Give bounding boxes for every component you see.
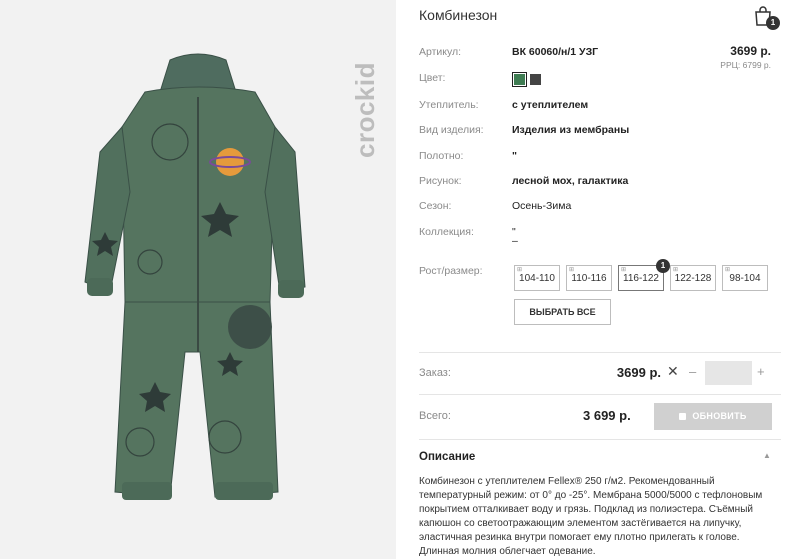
attribute-label: Рост/размер: [419, 265, 483, 277]
size-corner-icon: ⊞ [725, 267, 731, 273]
size-corner-icon: ⊞ [673, 267, 679, 273]
order-price: 3699 р. [616, 365, 661, 380]
quantity-input[interactable] [705, 361, 752, 385]
total-label: Всего: [419, 410, 451, 422]
attribute-label: Рисунок: [419, 175, 462, 187]
divider [419, 439, 781, 440]
cart-count-badge: 1 [766, 16, 780, 30]
divider [419, 394, 781, 395]
product-image-panel[interactable]: crockid [0, 0, 396, 559]
total-value: 3 699 р. [583, 408, 631, 423]
cart-button[interactable]: 1 [753, 5, 780, 30]
attribute-label: Сезон: [419, 200, 452, 212]
product-title: Комбинезон [419, 7, 498, 23]
size-corner-icon: ⊞ [517, 267, 523, 273]
attribute-label: Цвет: [419, 72, 446, 84]
size-label: 104-110 [519, 273, 555, 284]
size-option-122-128[interactable]: ⊞ 122-128 [670, 265, 716, 291]
attribute-value: с утеплителем [512, 99, 589, 111]
collapse-icon[interactable]: ▲ [763, 451, 771, 460]
size-corner-icon: ⊞ [569, 267, 575, 273]
attribute-value: ВК 60060/н/1 УЗГ [512, 46, 599, 58]
attribute-label: Полотно: [419, 150, 464, 162]
attribute-value: Осень-Зима [512, 200, 572, 212]
remove-icon[interactable]: ✕ [667, 363, 679, 380]
attribute-value: " [512, 150, 517, 162]
select-all-button[interactable]: ВЫБРАТЬ ВСЕ [514, 299, 611, 325]
size-label: 116-122 [623, 273, 659, 284]
description-title[interactable]: Описание [419, 451, 475, 463]
description-text: Комбинезон с утеплителем Fellex® 250 г/м… [419, 476, 763, 557]
product-price: 3699 р. [730, 44, 771, 58]
size-option-98-104[interactable]: ⊞ 98-104 [722, 265, 768, 291]
attribute-value: Изделия из мембраны [512, 124, 630, 136]
size-label: 110-116 [571, 273, 607, 284]
attribute-label: Утеплитель: [419, 99, 479, 111]
size-option-104-110[interactable]: ⊞ 104-110 [514, 265, 560, 291]
update-button-label: ОБНОВИТЬ [692, 411, 747, 421]
attribute-label: Вид изделия: [419, 124, 484, 136]
size-count-badge: 1 [656, 259, 670, 273]
quantity-increment-button[interactable]: + [757, 364, 765, 379]
size-option-110-116[interactable]: ⊞ 110-116 [566, 265, 612, 291]
size-label: 98-104 [729, 273, 761, 284]
color-swatch-green[interactable] [512, 72, 527, 87]
quantity-decrement-button[interactable]: – [689, 364, 696, 379]
order-label: Заказ: [419, 367, 451, 379]
attribute-value: лесной мох, галактика [512, 175, 629, 187]
attribute-value-secondary: – [512, 235, 518, 247]
attribute-label: Артикул: [419, 46, 462, 58]
brand-logo: crockid [350, 18, 380, 158]
attribute-label: Коллекция: [419, 226, 474, 238]
product-details: Комбинезон 1 3699 р. РРЦ: 6799 р. Артику… [419, 0, 781, 559]
brand-logo-text: crockid [350, 62, 380, 158]
size-corner-icon: ⊞ [621, 267, 627, 273]
size-label: 122-128 [674, 273, 712, 284]
cart-icon [679, 412, 687, 420]
update-button[interactable]: ОБНОВИТЬ [654, 403, 772, 430]
size-selector: ⊞ 104-110 ⊞ 110-116 ⊞ 116-122 1 ⊞ 122-12… [514, 259, 784, 293]
color-swatch-dark[interactable] [530, 74, 541, 85]
divider [419, 352, 781, 353]
product-image [84, 53, 306, 500]
size-option-116-122[interactable]: ⊞ 116-122 1 [618, 259, 670, 291]
product-rrp: РРЦ: 6799 р. [720, 60, 771, 70]
